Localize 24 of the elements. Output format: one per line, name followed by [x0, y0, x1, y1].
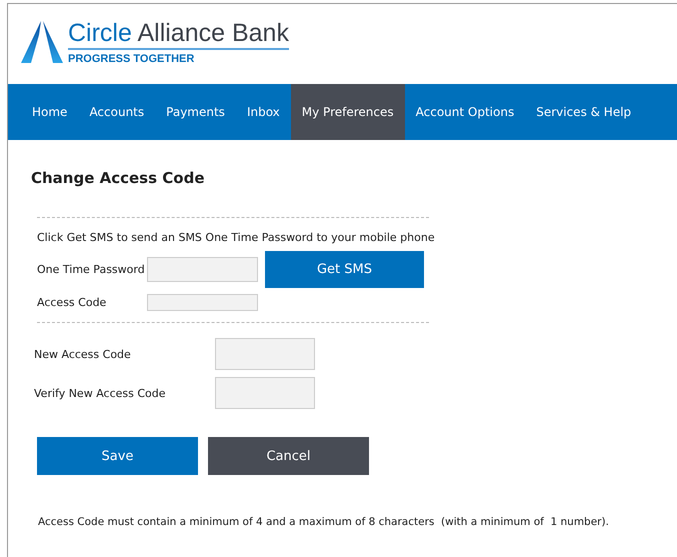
tagline: PROGRESS TOGETHER: [68, 53, 196, 65]
get-sms-button[interactable]: Get SMS: [265, 251, 424, 288]
instruction-text: Click Get SMS to send an SMS One Time Password to your mobile phone: [37, 231, 436, 244]
verify-code-field[interactable]: [215, 377, 315, 409]
logo-icon: [21, 21, 63, 63]
nav-tab[interactable]: My Preferences: [290, 84, 405, 140]
save-button[interactable]: Save: [37, 437, 198, 475]
nav-tab[interactable]: Payments: [155, 84, 236, 140]
access-code-label: Access Code: [37, 296, 108, 309]
note-text: Access Code must contain a minimum of 4 and a maximum of 8 characters (with a minimum of 1 number).: [38, 516, 610, 528]
access-code-field[interactable]: [147, 294, 258, 311]
new-code-label: New Access Code: [34, 348, 132, 360]
verify-code-label: Verify New Access Code: [34, 386, 167, 400]
nav-tab[interactable]: Home: [21, 84, 78, 140]
bank-name: Circle Alliance Bank: [68, 19, 289, 50]
nav-tab[interactable]: Inbox: [236, 84, 291, 140]
page-title: Change Access Code: [31, 169, 206, 187]
new-code-field[interactable]: [215, 338, 315, 370]
nav-tab[interactable]: Accounts: [78, 84, 156, 140]
cancel-button[interactable]: Cancel: [208, 437, 369, 475]
nav-tab[interactable]: Account Options: [404, 84, 526, 140]
otp-field[interactable]: [147, 257, 258, 282]
otp-label: One Time Password: [37, 263, 146, 276]
nav-tab[interactable]: Services & Help: [525, 84, 642, 140]
